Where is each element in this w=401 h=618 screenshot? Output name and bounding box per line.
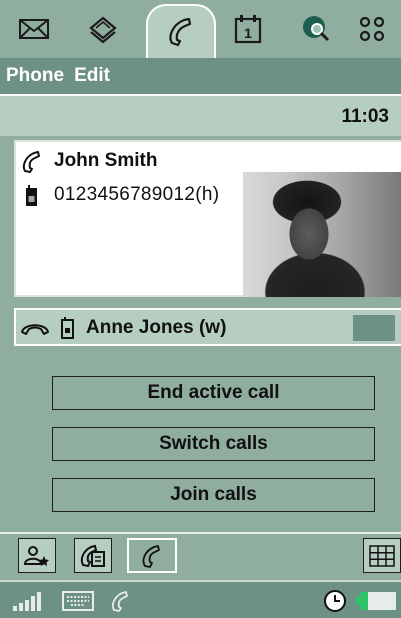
globe-search-icon [303,16,330,42]
active-call-card[interactable]: John Smith 0123456789012(h) [14,140,401,297]
contacts-button[interactable] [18,538,56,573]
menu-bar: Phone Edit [0,58,401,94]
phone-handset-icon [111,591,128,612]
tab-contacts[interactable] [72,6,132,52]
clock-icon [324,590,346,612]
envelope-icon [19,19,49,39]
clock-time: 11:03 [341,106,389,127]
contact-photo [243,172,401,297]
status-bar [0,580,401,618]
active-contact-name: John Smith [54,150,158,171]
contact-favourite-icon [23,545,49,566]
held-contact-name: Anne Jones (w) [86,317,227,338]
held-call-row[interactable]: Anne Jones (w) [14,308,401,346]
top-tab-bar: 1 [0,0,401,58]
keypad-grid-icon [369,544,395,567]
keypad-button[interactable] [363,538,401,573]
join-calls-button[interactable]: Join calls [52,478,375,512]
calendar-icon: 1 [234,15,262,44]
mobile-phone-icon [26,185,37,206]
tab-messaging[interactable] [4,6,64,52]
menu-phone[interactable]: Phone [6,65,64,87]
held-call-indicator [353,315,395,341]
calendar-day: 1 [244,25,252,41]
battery-icon [356,592,396,610]
app-grid-icon [359,16,385,42]
phone-handset-icon [22,151,40,173]
hangup-handset-icon [21,324,49,335]
phone-handset-icon [169,17,192,47]
menu-edit[interactable]: Edit [74,65,110,87]
tab-applications[interactable] [342,6,401,52]
end-active-call-button[interactable]: End active call [52,376,375,410]
active-contact-number: 0123456789012(h) [54,184,220,205]
mobile-phone-icon [61,317,74,339]
time-bar: 11:03 [0,94,401,136]
contacts-book-icon [89,16,117,44]
dial-button[interactable] [127,538,177,573]
keyboard-icon [62,591,94,611]
tab-web[interactable] [286,6,346,52]
switch-calls-button[interactable]: Switch calls [52,427,375,461]
call-log-icon [80,544,105,567]
dial-handset-icon [142,544,160,568]
bottom-toolbar [0,532,401,578]
signal-strength-icon [13,592,41,611]
call-log-button[interactable] [74,538,112,573]
tab-phone[interactable] [146,4,216,58]
tab-calendar[interactable]: 1 [218,6,278,52]
